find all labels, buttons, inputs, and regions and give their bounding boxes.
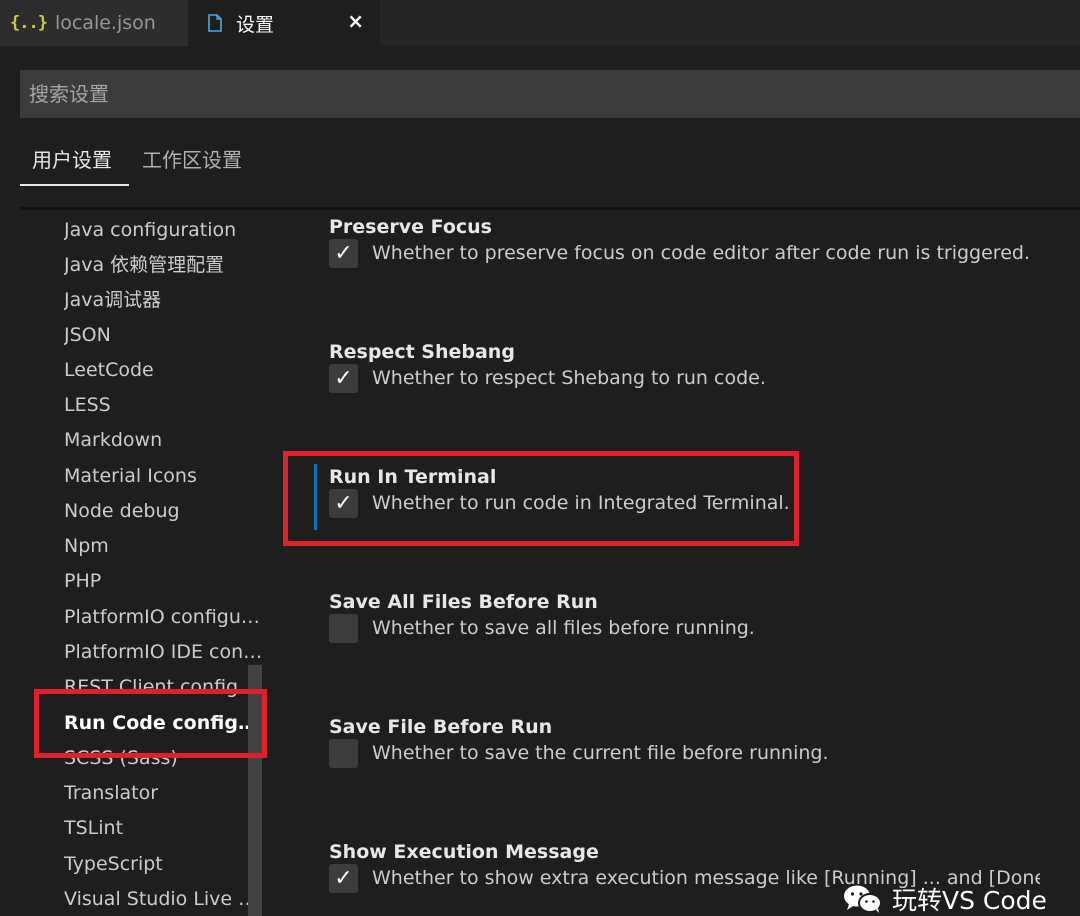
- editor-tab-bar: {..} locale.json 设置 ×: [0, 0, 1080, 46]
- toc-item-platformio-ide[interactable]: PlatformIO IDE conf...: [64, 635, 264, 670]
- toc-item-php[interactable]: PHP: [64, 564, 264, 599]
- tab-label: 设置: [236, 13, 275, 36]
- setting-description: Whether to save the current file before …: [372, 742, 829, 764]
- setting-title: Respect Shebang: [329, 341, 515, 363]
- toc-item-material-icons[interactable]: Material Icons: [64, 459, 264, 494]
- setting-save-file: Save File Before Run Whether to save the…: [329, 716, 829, 768]
- tab-locale-json[interactable]: {..} locale.json: [0, 0, 188, 46]
- toc-item-translator[interactable]: Translator: [64, 776, 264, 811]
- setting-row: Whether to save all files before running…: [329, 613, 755, 643]
- setting-row: ✓ Whether to respect Shebang to run code…: [329, 363, 766, 393]
- setting-respect-shebang: Respect Shebang ✓ Whether to respect She…: [329, 341, 766, 393]
- setting-save-all-files: Save All Files Before Run Whether to sav…: [329, 591, 755, 643]
- toc-item-java-debugger[interactable]: Java调试器: [64, 283, 264, 318]
- setting-description: Whether to preserve focus on code editor…: [372, 242, 1030, 264]
- setting-preserve-focus: Preserve Focus ✓ Whether to preserve foc…: [329, 216, 1030, 268]
- tab-user-settings[interactable]: 用户设置: [20, 138, 129, 186]
- highlight-box-run-code-toc: [34, 689, 267, 758]
- setting-description: Whether to save all files before running…: [372, 617, 755, 639]
- file-icon: [208, 14, 222, 32]
- respect-shebang-checkbox[interactable]: ✓: [329, 363, 358, 393]
- tab-settings[interactable]: 设置 ×: [188, 0, 380, 46]
- toc-item-typescript[interactable]: TypeScript: [64, 847, 264, 882]
- save-file-checkbox[interactable]: [329, 738, 358, 768]
- toc-item-npm[interactable]: Npm: [64, 529, 264, 564]
- toc-item-java-configuration[interactable]: Java configuration: [64, 213, 264, 248]
- toc-item-platformio-config[interactable]: PlatformIO configur...: [64, 600, 264, 635]
- show-execution-message-checkbox[interactable]: ✓: [329, 863, 358, 893]
- setting-title: Show Execution Message: [329, 841, 599, 863]
- setting-row: Whether to save the current file before …: [329, 738, 829, 768]
- toc-item-vs-live-share[interactable]: Visual Studio Live S...: [64, 882, 264, 916]
- json-braces-icon: {..}: [10, 13, 48, 33]
- setting-row: ✓ Whether to preserve focus on code edit…: [329, 238, 1030, 268]
- settings-toc: Java configuration Java 依赖管理配置 Java调试器 J…: [20, 210, 264, 916]
- toc-item-tslint[interactable]: TSLint: [64, 811, 264, 846]
- preserve-focus-checkbox[interactable]: ✓: [329, 238, 358, 268]
- toc-item-less[interactable]: LESS: [64, 388, 264, 423]
- toc-item-markdown[interactable]: Markdown: [64, 423, 264, 458]
- toc-item-json[interactable]: JSON: [64, 318, 264, 353]
- watermark: 玩转VS Code: [842, 882, 1047, 916]
- search-settings-input[interactable]: [20, 70, 1080, 118]
- setting-show-execution-message: Show Execution Message ✓ Whether to show…: [329, 841, 1040, 893]
- save-all-files-checkbox[interactable]: [329, 613, 358, 643]
- close-icon[interactable]: ×: [347, 9, 364, 33]
- setting-title: Save All Files Before Run: [329, 591, 598, 613]
- setting-description: Whether to respect Shebang to run code.: [372, 367, 766, 389]
- watermark-text: 玩转VS Code: [892, 886, 1047, 915]
- toc-item-java-dependency[interactable]: Java 依赖管理配置: [64, 248, 264, 283]
- wechat-icon: [842, 884, 884, 914]
- highlight-box-run-in-terminal: [283, 451, 799, 546]
- tab-label: locale.json: [54, 12, 156, 34]
- setting-title: Save File Before Run: [329, 716, 553, 738]
- toc-item-leetcode[interactable]: LeetCode: [64, 353, 264, 388]
- toc-item-node-debug[interactable]: Node debug: [64, 494, 264, 529]
- setting-title: Preserve Focus: [329, 216, 492, 238]
- tab-workspace-settings[interactable]: 工作区设置: [142, 138, 242, 186]
